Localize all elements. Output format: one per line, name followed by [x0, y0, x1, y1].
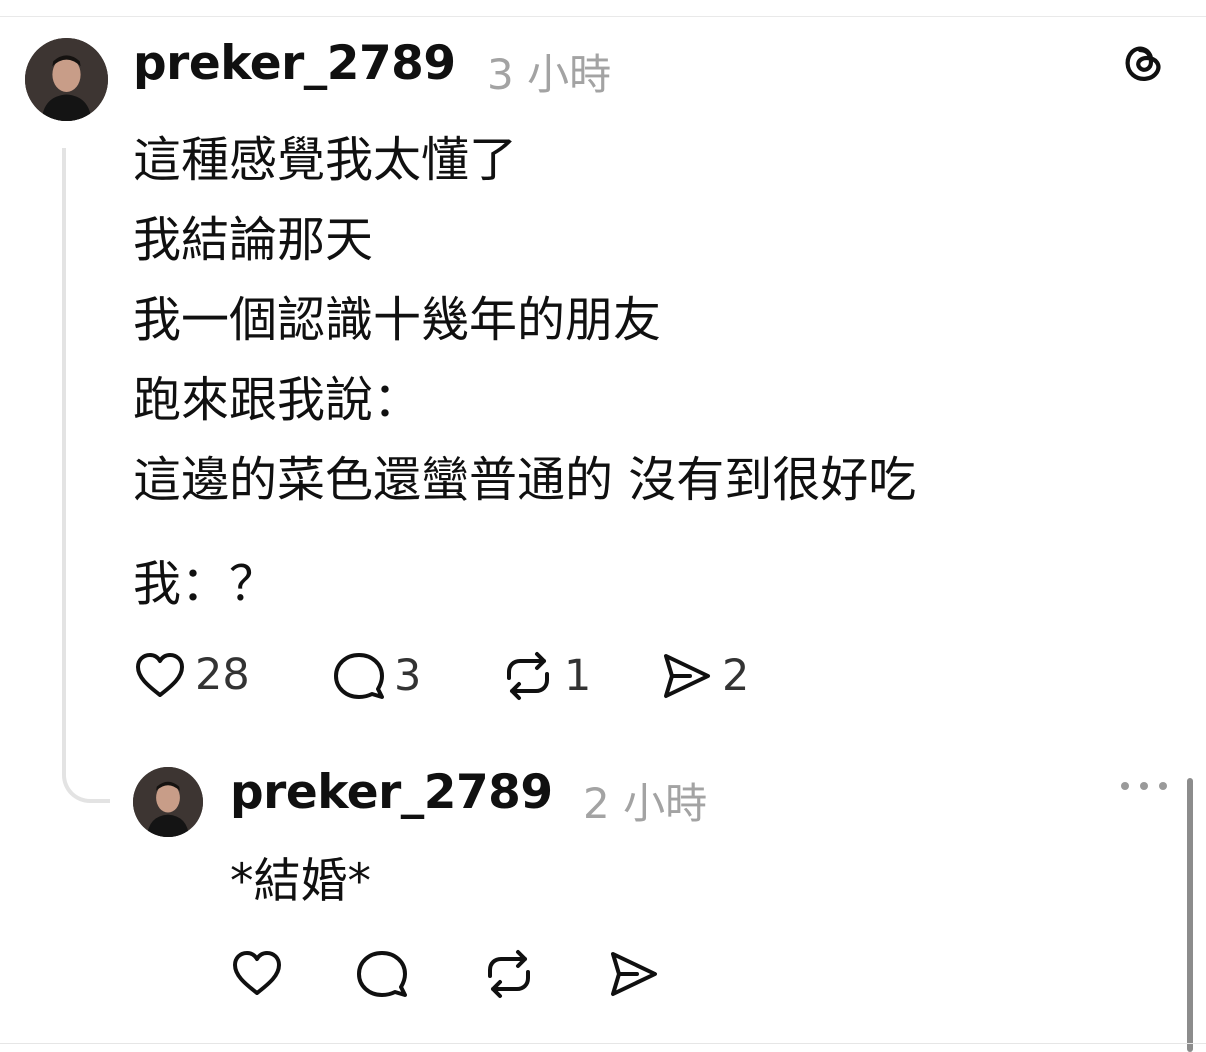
reply-body: *結婚*: [230, 854, 371, 909]
post-line: 我：？: [133, 556, 278, 612]
reply-username[interactable]: preker_2789: [230, 765, 553, 820]
reply-like-button[interactable]: [230, 948, 284, 998]
reply-comment-button[interactable]: [355, 948, 409, 1000]
send-icon: [611, 952, 657, 996]
share-count: 2: [722, 651, 750, 701]
post-line: 我結論那天: [133, 212, 374, 268]
reply-button[interactable]: 3: [332, 650, 421, 702]
reply-avatar[interactable]: [133, 767, 203, 837]
avatar-image-icon: [133, 767, 203, 837]
repost-icon: [507, 652, 549, 700]
send-icon: [664, 654, 710, 698]
post-line: 這種感覺我太懂了: [133, 132, 518, 188]
repost-icon: [488, 950, 530, 998]
like-button[interactable]: 28: [133, 650, 250, 700]
post-timestamp: 3 小時: [487, 50, 612, 99]
repost-button[interactable]: 1: [500, 650, 591, 702]
heart-icon: [233, 951, 281, 995]
threads-logo-icon[interactable]: [1118, 36, 1168, 86]
thread-connector-line: [62, 148, 110, 803]
comment-bubble-icon: [334, 653, 384, 699]
threads-post-screen: preker_2789 3 小時 這種感覺我太懂了 我結論那天 我一個認識十幾年…: [0, 0, 1206, 1052]
avatar-image-icon: [25, 38, 108, 121]
more-options-icon[interactable]: [1117, 776, 1171, 796]
reply-repost-button[interactable]: [481, 948, 537, 1000]
like-count: 28: [195, 650, 250, 700]
share-button[interactable]: 2: [660, 650, 749, 702]
bottom-divider: [0, 1043, 1206, 1044]
heart-icon: [136, 653, 184, 697]
reply-count: 3: [394, 651, 422, 701]
post-username[interactable]: preker_2789: [133, 36, 456, 91]
top-divider: [0, 16, 1206, 17]
repost-count: 1: [564, 651, 592, 701]
scrollbar[interactable]: [1187, 778, 1193, 1052]
post-line: 我一個認識十幾年的朋友: [133, 292, 662, 348]
reply-share-button[interactable]: [607, 948, 661, 1000]
reply-timestamp: 2 小時: [583, 779, 708, 828]
post-line: 跑來跟我說：: [133, 372, 422, 428]
post-line: 這邊的菜色還蠻普通的 沒有到很好吃: [133, 452, 917, 508]
avatar[interactable]: [25, 38, 108, 121]
comment-bubble-icon: [357, 951, 407, 997]
post-body: 這種感覺我太懂了 我結論那天 我一個認識十幾年的朋友 跑來跟我說： 這邊的菜色還…: [133, 120, 916, 624]
